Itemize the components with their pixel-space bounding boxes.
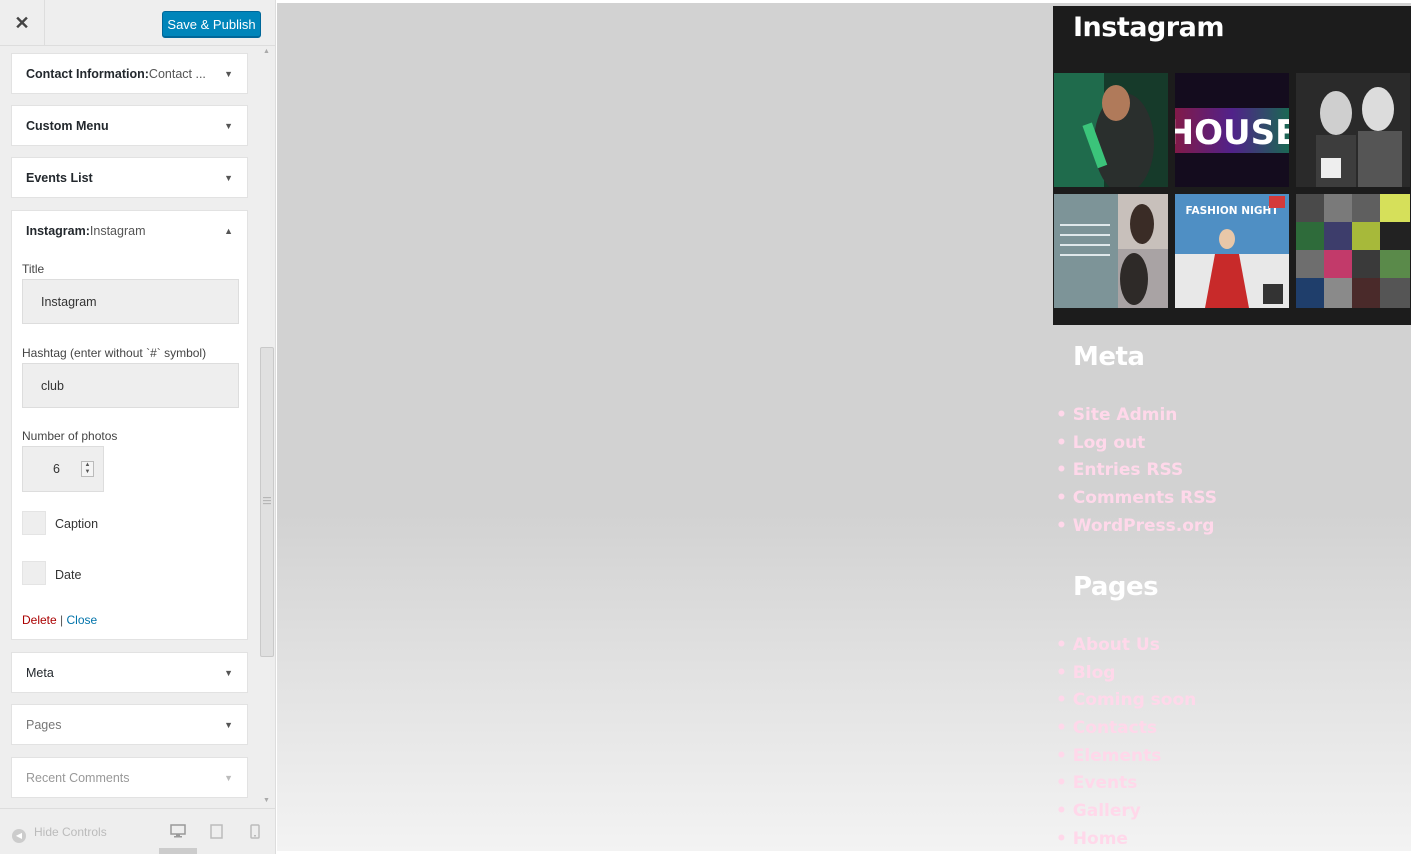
page-link[interactable]: • Coming soon (1056, 687, 1196, 715)
section-subtitle: Instagram (89, 223, 146, 238)
page-link[interactable]: • About Us (1056, 632, 1196, 660)
page-link[interactable]: • Blog (1056, 660, 1196, 688)
scrollbar-grip-icon: — — — (263, 493, 271, 508)
dj-lineup-collage-photo[interactable] (1296, 194, 1410, 308)
widget-custom-menu[interactable]: Custom Menu ▼ (11, 105, 248, 146)
expand-arrow-icon: ▼ (224, 719, 233, 730)
close-link[interactable]: Close (66, 613, 97, 627)
meta-link[interactable]: • Site Admin (1056, 402, 1217, 430)
instagram-widget-form: Title Instagram Hashtag (enter without `… (11, 250, 248, 640)
house-text: HOUSE (1175, 113, 1289, 153)
mobile-preview-icon[interactable] (250, 824, 260, 842)
pages-links: • About Us • Blog • Coming soon • Contac… (1056, 632, 1196, 848)
instagram-widget-title: Instagram (1073, 12, 1224, 43)
meta-widget-title: Meta (1073, 342, 1145, 372)
save-publish-button[interactable]: Save & Publish (162, 11, 261, 38)
widget-recent-comments[interactable]: Recent Comments ▼ (11, 757, 248, 798)
meta-links: • Site Admin • Log out • Entries RSS • C… (1056, 402, 1217, 540)
hashtag-input[interactable]: club (22, 363, 239, 408)
section-title: Instagram: (26, 223, 90, 238)
page-link[interactable]: • Events (1056, 770, 1196, 798)
section-title: Custom Menu (26, 118, 109, 133)
expand-arrow-icon: ▼ (224, 172, 233, 183)
tablet-preview-icon[interactable] (210, 824, 223, 842)
close-customizer-button[interactable]: ✕ (0, 0, 45, 46)
photos-count-input[interactable]: 6 ▲ ▼ (22, 446, 104, 492)
widget-meta[interactable]: Meta ▼ (11, 652, 248, 693)
caption-label: Caption (55, 517, 99, 531)
meta-link[interactable]: • WordPress.org (1056, 513, 1217, 541)
title-input[interactable]: Instagram (22, 279, 239, 324)
widget-pages[interactable]: Pages ▼ (11, 704, 248, 745)
title-label: Title (22, 262, 45, 276)
panel-header: ✕ Save & Publish (0, 0, 275, 46)
section-subtitle: Contact ... (148, 66, 206, 81)
number-spinner[interactable]: ▲ ▼ (81, 461, 94, 477)
active-device-indicator (159, 848, 197, 854)
collapse-arrow-icon: ▲ (224, 225, 233, 236)
expand-arrow-icon: ▼ (224, 68, 233, 79)
page-link[interactable]: • Home (1056, 826, 1196, 848)
delete-link[interactable]: Delete (22, 613, 57, 627)
meta-link[interactable]: • Entries RSS (1056, 457, 1217, 485)
photos-count-label: Number of photos (22, 429, 118, 443)
meta-link[interactable]: • Log out (1056, 430, 1217, 458)
section-title: Meta (26, 665, 54, 680)
meta-link[interactable]: • Comments RSS (1056, 485, 1217, 513)
expand-arrow-icon: ▼ (224, 772, 233, 783)
panel-footer: ◀ Hide Controls (0, 808, 275, 854)
widget-contact-information[interactable]: Contact Information: Contact ... ▼ (11, 53, 248, 94)
pages-widget-title: Pages (1073, 572, 1159, 602)
section-title: Recent Comments (26, 770, 130, 785)
date-checkbox[interactable] (22, 561, 46, 585)
section-title: Events List (26, 170, 93, 185)
two-women-bw-photo[interactable] (1296, 73, 1410, 187)
photos-count-value: 6 (53, 462, 60, 476)
page-link[interactable]: • Contacts (1056, 715, 1196, 743)
spin-down-icon[interactable]: ▼ (85, 469, 91, 476)
widget-actions: Delete | Close (22, 613, 97, 627)
section-title: Contact Information: (26, 66, 149, 81)
desktop-preview-icon[interactable] (170, 824, 186, 841)
hair-salon-collage-photo[interactable] (1054, 194, 1168, 308)
separator: | (56, 613, 67, 627)
caption-checkbox[interactable] (22, 511, 46, 535)
instagram-widget-preview: Instagram HOUSE FASHION NIGHT (1053, 6, 1411, 325)
fashion-night-poster-photo[interactable]: FASHION NIGHT (1175, 194, 1289, 308)
hide-controls-button[interactable]: ◀ Hide Controls (12, 825, 107, 843)
fashion-night-text: FASHION NIGHT (1186, 205, 1280, 217)
customizer-panel: ✕ Save & Publish Contact Information: Co… (0, 0, 276, 854)
green-bottle-photo[interactable] (1054, 73, 1168, 187)
house-neon-photo[interactable]: HOUSE (1175, 73, 1289, 187)
page-link[interactable]: • Elements (1056, 743, 1196, 771)
collapse-icon: ◀ (12, 829, 26, 843)
widget-events-list[interactable]: Events List ▼ (11, 157, 248, 198)
date-label: Date (55, 568, 82, 582)
scroll-down-icon[interactable]: ▼ (263, 797, 270, 804)
section-title: Pages (26, 717, 62, 732)
expand-arrow-icon: ▼ (224, 120, 233, 131)
spin-up-icon[interactable]: ▲ (85, 462, 91, 469)
expand-arrow-icon: ▼ (224, 667, 233, 678)
hashtag-label: Hashtag (enter without `#` symbol) (22, 346, 207, 360)
page-link[interactable]: • Gallery (1056, 798, 1196, 826)
widget-instagram[interactable]: Instagram: Instagram ▲ (11, 210, 248, 251)
hide-controls-label: Hide Controls (34, 825, 107, 839)
scroll-up-icon[interactable]: ▲ (263, 48, 270, 55)
